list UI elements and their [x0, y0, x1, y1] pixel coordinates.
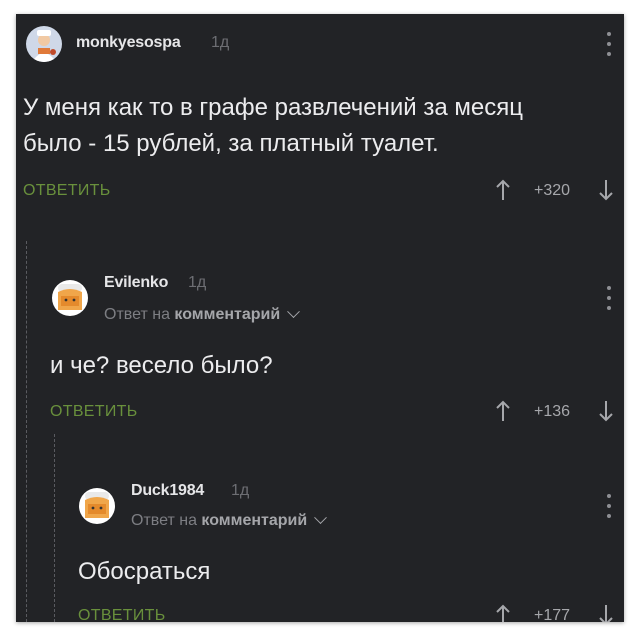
comment-item: Duck1984 1д Ответ на комментарий Обосрат…	[16, 442, 624, 622]
reply-to-prefix: Ответ на	[104, 306, 170, 323]
reply-button[interactable]: ОТВЕТИТЬ	[78, 607, 166, 622]
upvote-arrow-icon[interactable]	[496, 179, 510, 201]
more-options-icon[interactable]	[606, 286, 612, 310]
more-options-icon[interactable]	[606, 32, 612, 56]
reply-to-link[interactable]: Ответ на комментарий	[131, 511, 327, 530]
upvote-arrow-icon[interactable]	[496, 400, 510, 422]
chevron-down-icon[interactable]	[286, 305, 300, 319]
comment-text: и че? весело было?	[50, 352, 273, 379]
comment-thread: monkyesospa 1д У меня как то в графе раз…	[16, 14, 624, 622]
reply-to-link[interactable]: Ответ на комментарий	[104, 305, 300, 324]
comment-item: monkyesospa 1д У меня как то в графе раз…	[16, 14, 624, 234]
comment-text-line: У меня как то в графе развлечений за мес…	[23, 94, 523, 121]
bread-avatar-icon[interactable]	[52, 280, 88, 316]
reply-button[interactable]: ОТВЕТИТЬ	[50, 403, 138, 421]
score-value: +177	[534, 607, 571, 622]
more-options-icon[interactable]	[606, 494, 612, 518]
comment-age: 1д	[231, 482, 250, 499]
comment-text: Обосраться	[78, 558, 211, 585]
chevron-down-icon[interactable]	[313, 511, 327, 525]
reply-to-target[interactable]: комментарий	[201, 512, 307, 529]
comment-text-line: было - 15 рублей, за платный туалет.	[23, 130, 439, 157]
upvote-arrow-icon[interactable]	[496, 604, 510, 622]
chef-avatar-icon[interactable]	[26, 26, 62, 62]
username[interactable]: monkyesospa	[76, 34, 181, 52]
reply-button[interactable]: ОТВЕТИТЬ	[23, 182, 111, 200]
downvote-arrow-icon[interactable]	[599, 400, 613, 422]
comment-age: 1д	[188, 274, 207, 291]
comment-text: У меня как то в графе развлечений за мес…	[23, 90, 613, 162]
score-value: +320	[534, 182, 571, 199]
reply-to-prefix: Ответ на	[131, 512, 197, 529]
reply-to-target[interactable]: комментарий	[174, 306, 280, 323]
username[interactable]: Duck1984	[131, 482, 204, 500]
comment-item: Evilenko 1д Ответ на комментарий и че? в…	[16, 246, 624, 436]
bread-avatar-icon[interactable]	[79, 488, 115, 524]
username[interactable]: Evilenko	[104, 274, 168, 292]
comment-age: 1д	[211, 34, 230, 51]
downvote-arrow-icon[interactable]	[599, 604, 613, 622]
downvote-arrow-icon[interactable]	[599, 179, 613, 201]
score-value: +136	[534, 403, 571, 420]
